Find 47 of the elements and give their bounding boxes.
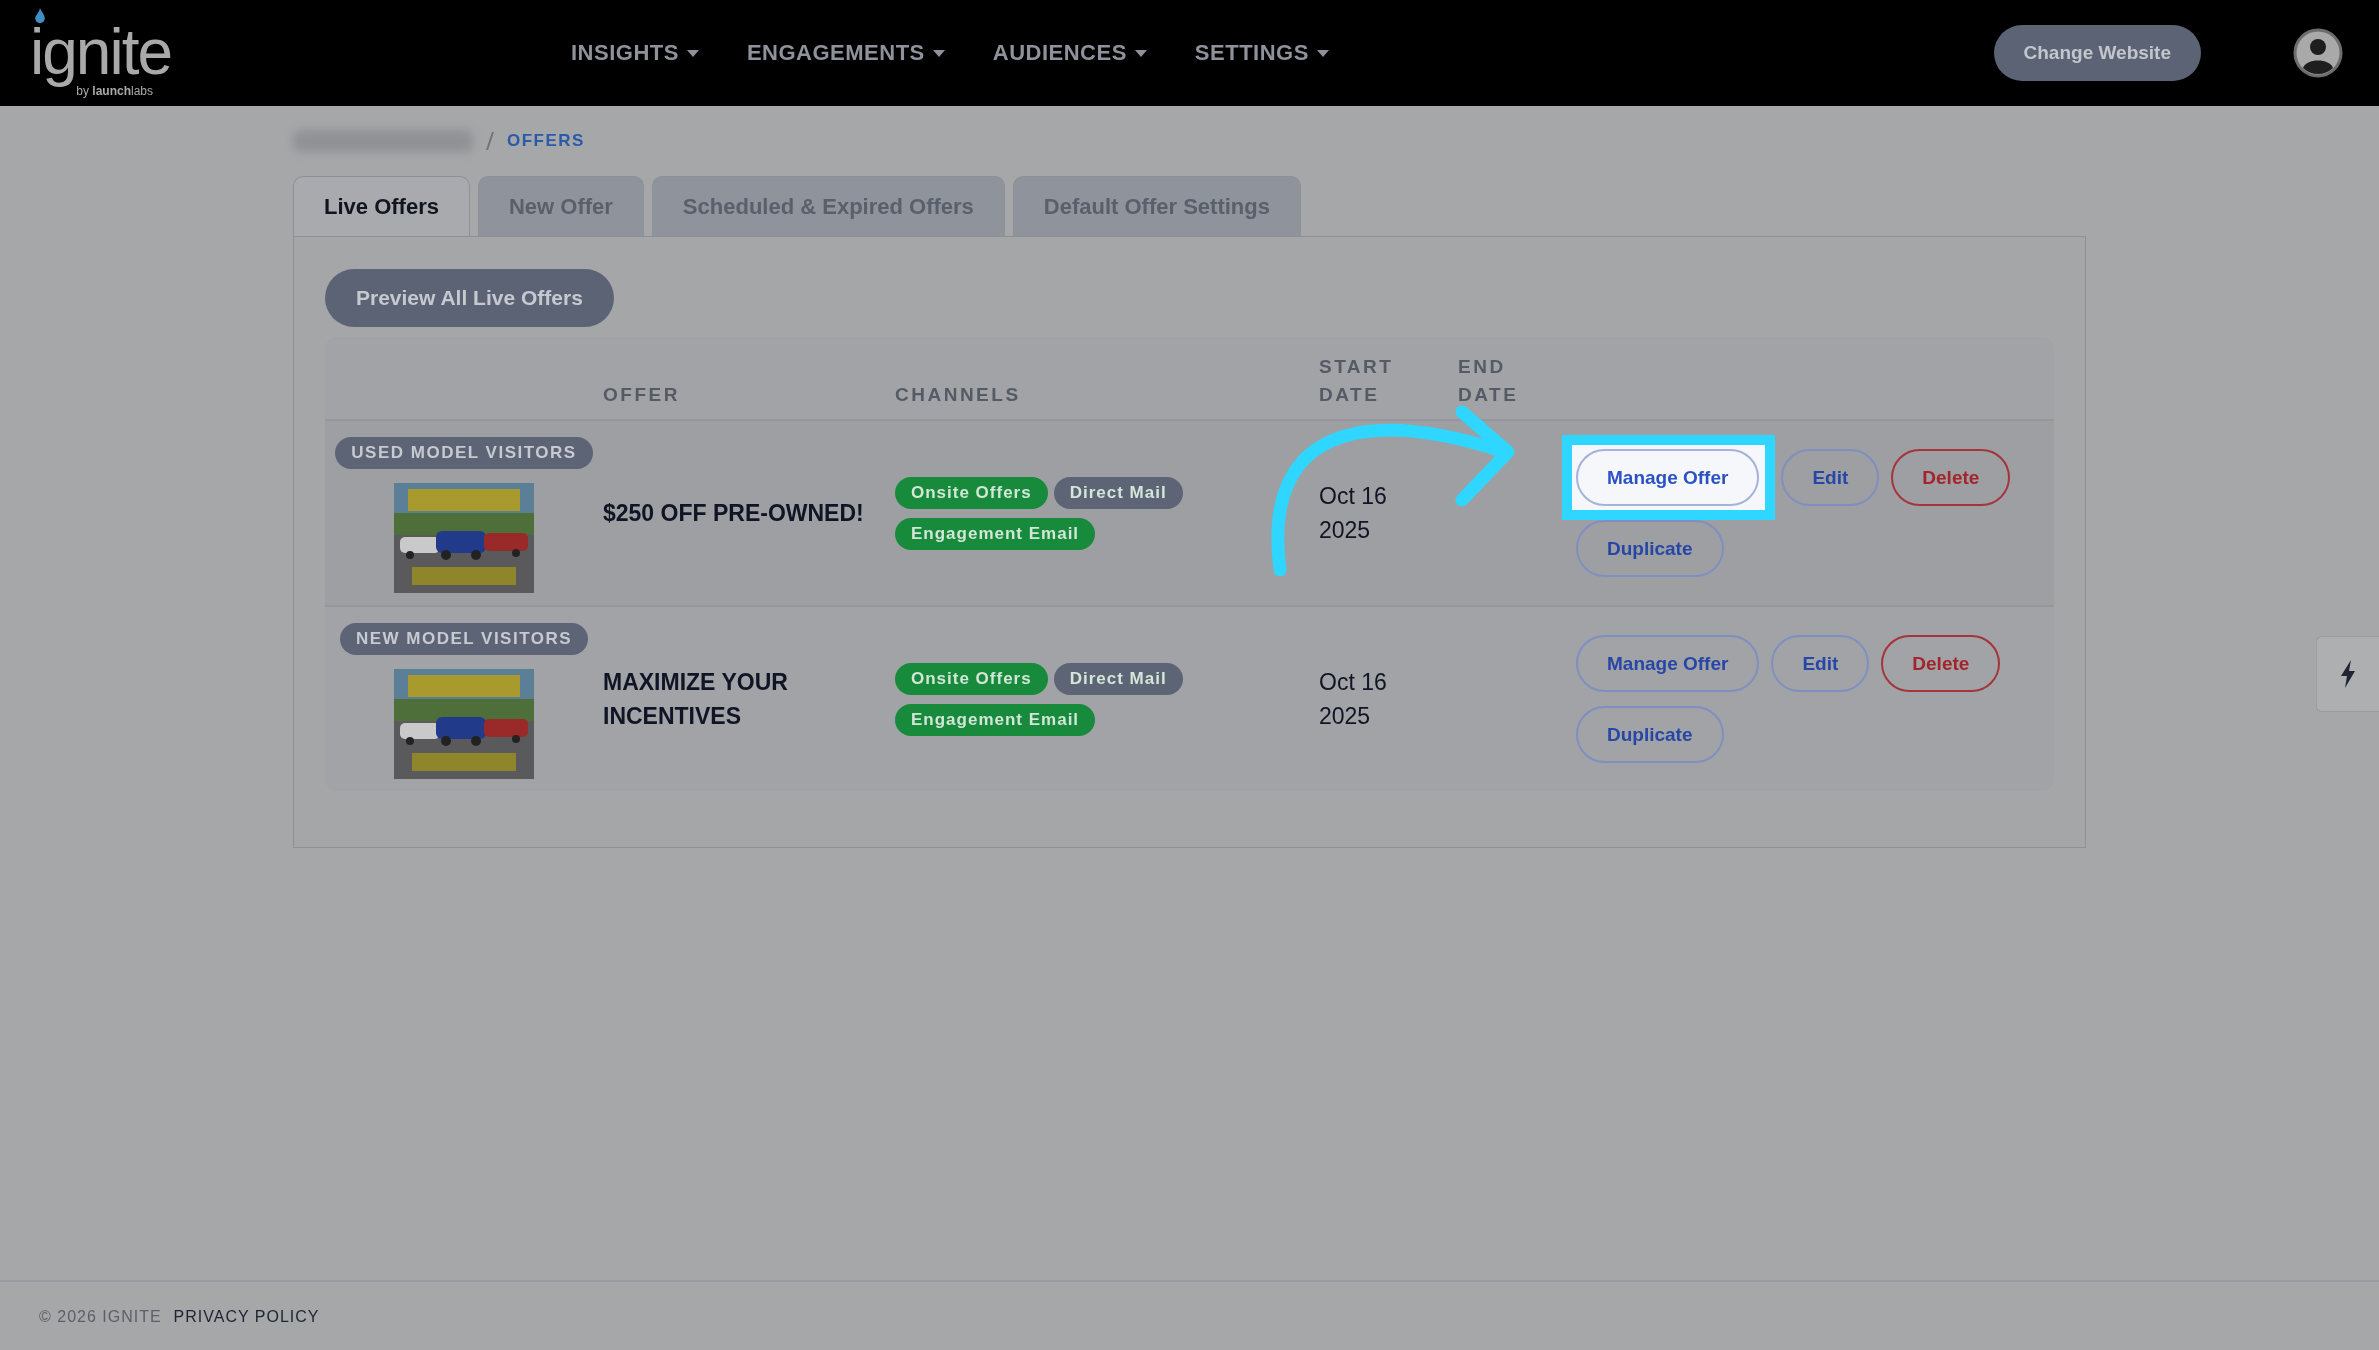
nav-menu[interactable]: SETTINGS: [1194, 40, 1329, 66]
column-header: START DATE: [1319, 355, 1394, 407]
caret-icon: [1134, 49, 1147, 57]
change-website-button[interactable]: Change Website: [1993, 25, 2201, 81]
caret-icon: [686, 49, 699, 57]
action-button[interactable]: Manage Offer: [1576, 635, 1760, 692]
tab[interactable]: Live Offers: [293, 176, 470, 236]
delete-button[interactable]: Delete: [1891, 449, 2011, 506]
start-date: 2025: [1319, 516, 1372, 545]
audience-tag: NEW MODEL VISITORS: [339, 623, 589, 655]
action-button[interactable]: Edit: [1781, 449, 1880, 506]
channel-tag: Direct Mail: [1053, 662, 1183, 695]
action-button[interactable]: Edit: [1771, 635, 1870, 692]
caret-icon: [932, 49, 945, 57]
column-header: END DATE: [1458, 355, 1519, 407]
caret-icon: [1316, 49, 1329, 57]
logo-tagline: by launchlabs: [76, 84, 153, 98]
offer-title: $250 OFF PRE-OWNED!: [603, 499, 865, 528]
audience-tag: USED MODEL VISITORS: [335, 437, 593, 469]
column-header: CHANNELS: [895, 383, 1021, 407]
copyright-text: © 2026 IGNITE: [39, 1308, 162, 1326]
channel-tag: Engagement Email: [895, 703, 1096, 736]
action-button[interactable]: Manage Offer: [1576, 449, 1760, 506]
nav-menu[interactable]: INSIGHTS: [571, 40, 699, 66]
channel-tag: Onsite Offers: [895, 662, 1048, 695]
flame-icon: [34, 8, 46, 24]
quick-action-tab[interactable]: [2340, 660, 2356, 688]
user-avatar-icon[interactable]: [2293, 28, 2343, 78]
start-date: Oct 16: [1319, 482, 1388, 511]
start-date: 2025: [1319, 702, 1372, 731]
breadcrumb-separator: [486, 132, 494, 150]
channel-tag: Direct Mail: [1053, 476, 1183, 509]
nav-menu[interactable]: ENGAGEMENTS: [746, 40, 945, 66]
channel-tag: Engagement Email: [895, 517, 1096, 550]
nav-menu[interactable]: AUDIENCES: [992, 40, 1147, 66]
action-button[interactable]: Duplicate: [1576, 520, 1724, 577]
start-date: Oct 16: [1319, 668, 1388, 697]
privacy-policy-link[interactable]: PRIVACY POLICY: [173, 1308, 320, 1326]
logo[interactable]: ignite by launchlabs: [30, 8, 171, 98]
column-header: OFFER: [603, 383, 680, 407]
preview-button[interactable]: Preview All Live Offers: [325, 269, 614, 327]
delete-button[interactable]: Delete: [1881, 635, 2001, 692]
channel-tag: Onsite Offers: [895, 476, 1048, 509]
breadcrumb-link[interactable]: OFFERS: [507, 131, 585, 151]
action-button[interactable]: Duplicate: [1576, 706, 1724, 763]
offer-title: MAXIMIZE YOUR INCENTIVES: [603, 668, 789, 731]
lightning-icon: [2340, 660, 2356, 688]
